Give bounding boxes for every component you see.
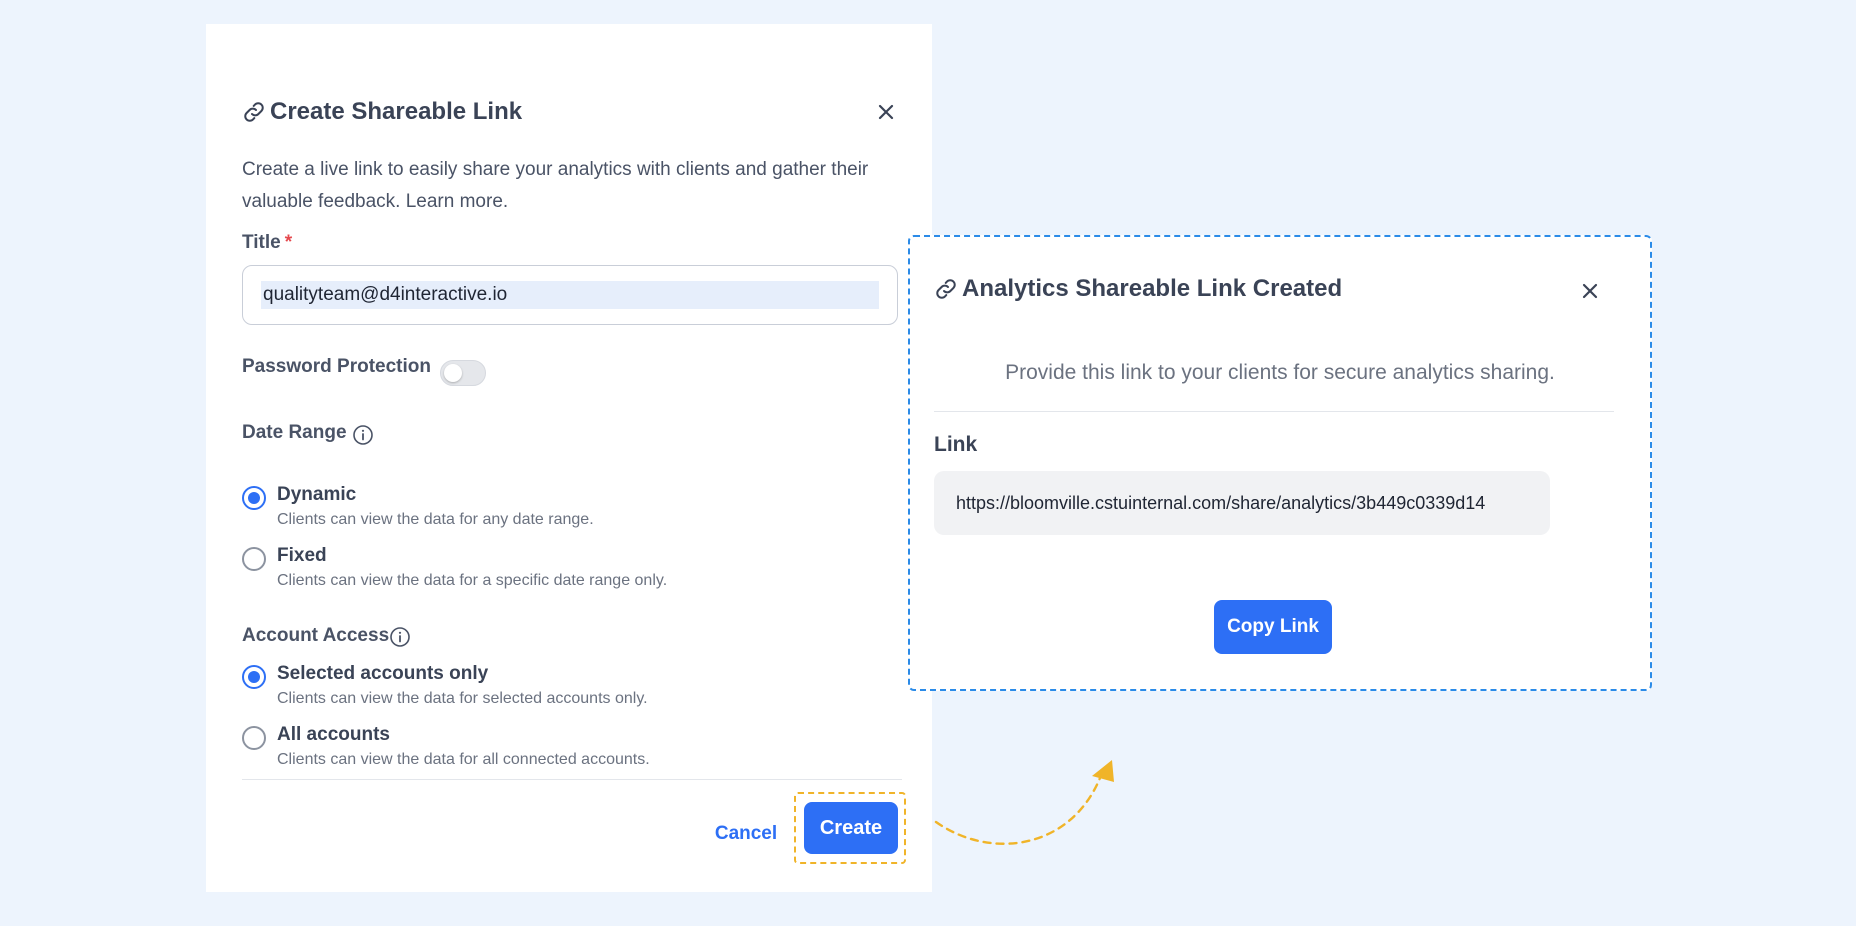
option-title: Fixed [277, 545, 327, 566]
title-label-text: Title [242, 232, 281, 253]
info-icon[interactable] [352, 424, 374, 446]
date-range-label: Date Range [242, 422, 347, 443]
toggle-knob [444, 364, 462, 382]
close-icon[interactable] [870, 96, 902, 128]
link-field[interactable]: https://bloomville.cstuinternal.com/shar… [934, 471, 1550, 535]
create-shareable-link-dialog: Create Shareable Link Create a live link… [206, 24, 932, 892]
password-protection-toggle[interactable] [440, 360, 486, 386]
close-icon[interactable] [1574, 275, 1606, 307]
option-description: Clients can view the data for any date r… [277, 511, 594, 528]
option-title: Selected accounts only [277, 663, 489, 684]
title-field-label: Title * [242, 232, 292, 254]
popup-title: Analytics Shareable Link Created [962, 275, 1343, 302]
link-icon [934, 277, 958, 301]
password-protection-label: Password Protection [242, 356, 431, 377]
dialog-header: Create Shareable Link [242, 92, 896, 132]
radio-dynamic[interactable] [242, 486, 266, 510]
link-created-popup: Analytics Shareable Link Created Provide… [908, 235, 1652, 691]
copy-link-button[interactable]: Copy Link [1214, 600, 1332, 654]
create-button[interactable]: Create [804, 802, 898, 854]
title-input-value[interactable]: qualityteam@d4interactive.io [261, 281, 879, 309]
option-title: All accounts [277, 724, 390, 745]
option-description: Clients can view the data for all connec… [277, 751, 650, 768]
required-mark: * [284, 232, 293, 253]
radio-fixed[interactable] [242, 547, 266, 571]
footer-divider [242, 779, 902, 780]
title-input[interactable]: qualityteam@d4interactive.io [242, 265, 898, 325]
account-access-label: Account Access [242, 625, 390, 646]
link-value[interactable]: https://bloomville.cstuinternal.com/shar… [956, 493, 1485, 514]
option-description: Clients can view the data for a specific… [277, 572, 668, 589]
option-title: Dynamic [277, 484, 357, 505]
option-description: Clients can view the data for selected a… [277, 690, 648, 707]
flow-arrow [934, 760, 1114, 845]
popup-divider [934, 411, 1614, 412]
link-icon [242, 100, 266, 124]
dialog-title: Create Shareable Link [270, 98, 523, 125]
radio-selected-accounts[interactable] [242, 665, 266, 689]
popup-subtitle: Provide this link to your clients for se… [1005, 361, 1555, 384]
popup-header: Analytics Shareable Link Created [934, 269, 1342, 309]
info-icon[interactable] [389, 626, 411, 648]
radio-all-accounts[interactable] [242, 726, 266, 750]
cancel-button[interactable]: Cancel [700, 814, 792, 854]
dialog-description: Create a live link to easily share your … [242, 159, 869, 212]
link-label: Link [934, 433, 978, 456]
